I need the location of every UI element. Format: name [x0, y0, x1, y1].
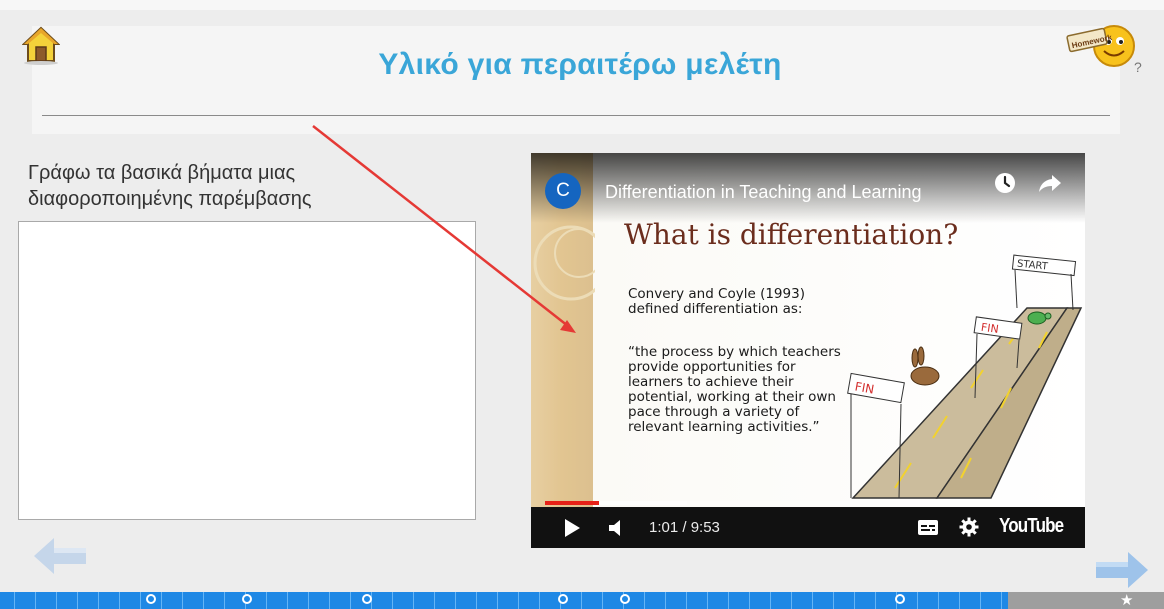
progress-marker[interactable] — [620, 594, 630, 604]
progress-tick — [392, 592, 393, 609]
progress-marker[interactable] — [895, 594, 905, 604]
progress-tick — [266, 592, 267, 609]
progress-tick — [980, 592, 981, 609]
progress-tick — [224, 592, 225, 609]
progress-tick — [308, 592, 309, 609]
lesson-progress-bar: ★ — [0, 592, 1164, 609]
subtitles-icon[interactable] — [917, 519, 939, 536]
progress-tick — [98, 592, 99, 609]
share-icon[interactable] — [1037, 171, 1063, 195]
progress-tick — [434, 592, 435, 609]
progress-marker[interactable] — [558, 594, 568, 604]
youtube-logo[interactable]: YouTube — [999, 515, 1064, 538]
answer-text-area[interactable] — [18, 221, 476, 520]
youtube-video-player[interactable]: What is differentiation? Convery and Coy… — [531, 153, 1085, 548]
progress-tick — [413, 592, 414, 609]
video-controls: 1:01 / 9:53 YouTube — [531, 507, 1085, 548]
progress-tick — [938, 592, 939, 609]
progress-tick — [182, 592, 183, 609]
race-track-drawing: START FIN FIN — [847, 254, 1083, 499]
slide-quote: “the process by which teachers provide o… — [628, 344, 841, 435]
progress-tick — [602, 592, 603, 609]
progress-tick — [497, 592, 498, 609]
home-icon[interactable] — [22, 25, 60, 65]
progress-tick — [959, 592, 960, 609]
progress-tick — [749, 592, 750, 609]
progress-tick — [329, 592, 330, 609]
fin-label-top: FIN — [980, 321, 999, 336]
video-title[interactable]: Differentiation in Teaching and Learning — [605, 182, 922, 203]
played-fill — [545, 501, 600, 505]
wood-swirl-decoration — [533, 225, 595, 301]
progress-tick — [917, 592, 918, 609]
progress-tick — [581, 592, 582, 609]
slide-citation: Convery and Coyle (1993) defined differe… — [628, 286, 805, 317]
progress-tick — [287, 592, 288, 609]
progress-tick — [707, 592, 708, 609]
progress-tick — [455, 592, 456, 609]
progress-tick — [854, 592, 855, 609]
svg-text:?: ? — [1134, 59, 1142, 75]
progress-tick — [14, 592, 15, 609]
prompt-line-1: Γράφω τα βασικά βήματα μιας — [28, 162, 296, 184]
prompt-line-2: διαφοροποιημένης παρέμβασης — [28, 188, 312, 210]
next-arrow-icon[interactable] — [1094, 550, 1150, 590]
video-frame[interactable]: What is differentiation? Convery and Coy… — [531, 153, 1085, 507]
progress-tick — [665, 592, 666, 609]
progress-tick — [476, 592, 477, 609]
progress-tick — [812, 592, 813, 609]
progress-tick — [77, 592, 78, 609]
progress-tick — [518, 592, 519, 609]
exercise-prompt: Γράφω τα βασικά βήματα μιας διαφοροποιημ… — [28, 160, 448, 212]
time-display: 1:01 / 9:53 — [649, 519, 720, 536]
top-strip — [0, 0, 1164, 10]
progress-tick — [350, 592, 351, 609]
progress-tick — [140, 592, 141, 609]
progress-tick — [770, 592, 771, 609]
progress-tick — [1001, 592, 1002, 609]
progress-tick — [728, 592, 729, 609]
progress-marker[interactable] — [242, 594, 252, 604]
header-divider — [42, 115, 1110, 116]
progress-tick — [644, 592, 645, 609]
progress-tick — [35, 592, 36, 609]
settings-gear-icon[interactable] — [959, 517, 979, 537]
progress-tick — [833, 592, 834, 609]
progress-tick — [875, 592, 876, 609]
progress-bar[interactable] — [545, 501, 1071, 505]
homework-icon: Homework ? — [1066, 25, 1142, 75]
progress-tick — [119, 592, 120, 609]
progress-tick — [686, 592, 687, 609]
volume-icon[interactable] — [607, 519, 629, 537]
watch-later-icon[interactable] — [993, 171, 1017, 195]
progress-tick — [56, 592, 57, 609]
progress-tick — [203, 592, 204, 609]
page-title: Υλικό για περαιτέρω μελέτη — [378, 48, 782, 81]
progress-marker[interactable] — [362, 594, 372, 604]
channel-avatar[interactable]: C — [545, 173, 581, 209]
previous-arrow-icon[interactable] — [32, 536, 88, 576]
progress-tick — [539, 592, 540, 609]
progress-tick — [791, 592, 792, 609]
star-icon[interactable]: ★ — [1120, 591, 1133, 609]
progress-remaining — [1008, 592, 1164, 609]
progress-tick — [161, 592, 162, 609]
progress-marker[interactable] — [146, 594, 156, 604]
start-label: START — [1016, 259, 1049, 273]
play-icon[interactable] — [563, 518, 581, 538]
